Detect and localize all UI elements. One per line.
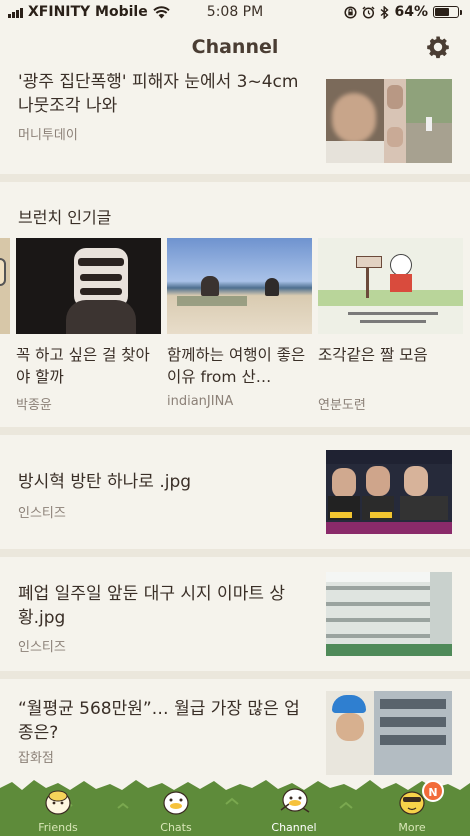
tab-label: Friends — [38, 821, 78, 834]
status-left: XFINITY Mobile — [8, 4, 170, 20]
notification-badge: N — [422, 780, 444, 802]
channel-character-icon — [280, 788, 310, 813]
status-right: 64% — [344, 4, 462, 20]
news-thumbnail — [326, 450, 452, 534]
brunch-card-author: indianJINA — [167, 394, 234, 409]
news-source: 머니투데이 — [18, 128, 78, 143]
tab-chats[interactable]: Chats — [136, 786, 216, 834]
news-text: 방시혁 방탄 하나로 .jpg 인스티즈 — [18, 450, 326, 549]
gear-icon[interactable] — [426, 35, 450, 59]
brunch-card-title: 조각같은 짤 모음 — [318, 346, 428, 364]
news-item[interactable]: '광주 집단폭행' 피해자 눈에서 3~4cm 나뭇조각 나와 머니투데이 — [0, 70, 470, 174]
tab-label: Channel — [271, 821, 317, 834]
brunch-card-title: 꼭 하고 싶은 걸 찾아야 할까 — [16, 346, 150, 386]
carrier-name: XFINITY Mobile — [28, 4, 148, 20]
brunch-card-image — [318, 238, 463, 334]
brunch-card-title: 함께하는 여행이 좋은 이유 from 산… — [167, 346, 306, 386]
section-title: 브런치 인기글 — [18, 208, 112, 227]
brunch-card-author: 연분도련 — [318, 398, 366, 413]
news-item[interactable]: 폐업 일주일 앞둔 대구 시지 이마트 상황.jpg 인스티즈 — [0, 557, 470, 671]
brunch-card[interactable]: 꼭 하고 싶은 걸 찾아야 할까 박종윤 — [16, 238, 161, 418]
status-bar: XFINITY Mobile 64% — [0, 0, 470, 24]
news-text: 폐업 일주일 앞둔 대구 시지 이마트 상황.jpg 인스티즈 — [18, 572, 326, 671]
news-thumbnail — [326, 572, 452, 656]
brunch-section: 브런치 인기글 꼭 하고 싶은 걸 찾아야 할까 박종윤 함께하는 여행이 좋은… — [0, 182, 470, 427]
brunch-carousel[interactable]: 꼭 하고 싶은 걸 찾아야 할까 박종윤 함께하는 여행이 좋은 이유 from… — [0, 238, 470, 418]
tab-label: More — [398, 821, 426, 834]
alarm-icon — [362, 5, 376, 19]
carousel-prev-card-peek[interactable] — [0, 238, 10, 334]
brunch-card-author: 박종윤 — [16, 398, 52, 413]
news-source: 잡화점 — [18, 751, 54, 766]
rotation-lock-icon — [344, 5, 358, 19]
nav-bar: Channel — [0, 24, 470, 70]
page-title: Channel — [191, 36, 279, 58]
news-source: 인스티즈 — [18, 506, 66, 521]
bluetooth-icon — [381, 5, 390, 19]
section-divider — [0, 671, 470, 679]
section-divider — [0, 174, 470, 182]
signal-icon — [8, 6, 23, 18]
section-divider — [0, 549, 470, 557]
brunch-card-image — [16, 238, 161, 334]
news-headline: 방시혁 방탄 하나로 .jpg — [18, 472, 192, 492]
news-text: '광주 집단폭행' 피해자 눈에서 3~4cm 나뭇조각 나와 머니투데이 — [18, 70, 326, 174]
bottom-tab-bar: Friends Chats Channel More N — [0, 778, 470, 836]
brunch-card[interactable]: 조각같은 짤 모음 연분도련 — [318, 238, 463, 418]
news-headline: “월평균 568만원”… 월급 가장 많은 업종은? — [18, 699, 300, 743]
news-headline: '광주 집단폭행' 피해자 눈에서 3~4cm 나뭇조각 나와 — [18, 72, 299, 116]
section-divider — [0, 427, 470, 435]
battery-percent: 64% — [394, 4, 428, 20]
tab-label: Chats — [160, 821, 192, 834]
chats-character-icon — [163, 791, 189, 815]
tab-more[interactable]: More N — [372, 780, 452, 834]
tab-friends[interactable]: Friends — [18, 786, 98, 834]
tab-channel[interactable]: Channel — [254, 786, 334, 834]
news-thumbnail — [326, 79, 452, 163]
brunch-card[interactable]: 함께하는 여행이 좋은 이유 from 산… indianJINA — [167, 238, 312, 418]
news-item[interactable]: 방시혁 방탄 하나로 .jpg 인스티즈 — [0, 435, 470, 549]
battery-icon — [433, 6, 462, 18]
news-source: 인스티즈 — [18, 640, 66, 655]
friends-character-icon — [45, 790, 71, 815]
brunch-card-image — [167, 238, 312, 334]
wifi-icon — [153, 5, 170, 18]
news-headline: 폐업 일주일 앞둔 대구 시지 이마트 상황.jpg — [18, 584, 286, 628]
news-thumbnail — [326, 691, 452, 775]
